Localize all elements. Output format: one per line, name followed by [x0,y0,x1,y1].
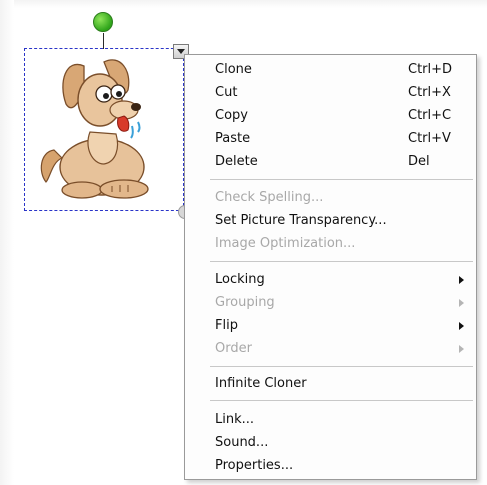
menu-item-label: Sound... [215,435,269,450]
menu-item-label: Image Optimization... [215,236,356,251]
menu-item-clone[interactable]: Clone Ctrl+D [185,59,476,81]
menu-item-order: Order [185,338,476,360]
chevron-right-icon [459,322,464,330]
menu-separator [210,400,473,401]
menu-item-flip[interactable]: Flip [185,315,476,337]
menu-item-infinite-cloner[interactable]: Infinite Cloner [185,373,476,395]
chevron-right-icon [459,345,464,353]
menu-item-sound[interactable]: Sound... [185,432,476,454]
menu-item-delete[interactable]: Delete Del [185,151,476,173]
chevron-right-icon [459,299,464,307]
menu-item-check-spelling: Check Spelling... [185,187,476,209]
context-menu: Clone Ctrl+D Cut Ctrl+X Copy Ctrl+C Past… [184,54,477,480]
menu-item-label: Grouping [215,295,275,310]
menu-item-label: Copy [215,108,248,123]
menu-item-label: Link... [215,412,255,427]
menu-item-label: Cut [215,85,238,100]
menu-item-shortcut: Del [408,154,430,169]
rotate-handle-icon[interactable] [93,12,113,32]
frame-top-edge [0,0,487,8]
menu-item-label: Delete [215,154,258,169]
menu-item-label: Flip [215,318,238,333]
menu-item-shortcut: Ctrl+V [408,131,451,146]
menu-separator [210,261,473,262]
menu-item-image-optimization: Image Optimization... [185,233,476,255]
chevron-right-icon [459,276,464,284]
menu-separator [210,366,473,367]
frame-left-edge [0,0,14,485]
menu-item-paste[interactable]: Paste Ctrl+V [185,128,476,150]
menu-separator [210,179,473,180]
menu-item-properties[interactable]: Properties... [185,455,476,477]
menu-item-shortcut: Ctrl+C [408,108,452,123]
menu-item-cut[interactable]: Cut Ctrl+X [185,82,476,104]
menu-item-label: Clone [215,62,252,77]
menu-item-label: Properties... [215,458,294,473]
menu-item-label: Paste [215,131,251,146]
menu-item-locking[interactable]: Locking [185,269,476,291]
menu-item-label: Check Spelling... [215,190,324,205]
selection-box [24,48,184,211]
menu-item-shortcut: Ctrl+D [408,62,453,77]
menu-item-copy[interactable]: Copy Ctrl+C [185,105,476,127]
menu-item-label: Set Picture Transparency... [215,213,387,228]
menu-item-shortcut: Ctrl+X [408,85,451,100]
menu-item-set-picture-transparency[interactable]: Set Picture Transparency... [185,210,476,232]
menu-item-label: Locking [215,272,265,287]
menu-item-link[interactable]: Link... [185,409,476,431]
menu-item-grouping: Grouping [185,292,476,314]
menu-item-label: Order [215,341,252,356]
rotate-handle-stem [103,33,104,49]
menu-item-label: Infinite Cloner [215,376,307,391]
